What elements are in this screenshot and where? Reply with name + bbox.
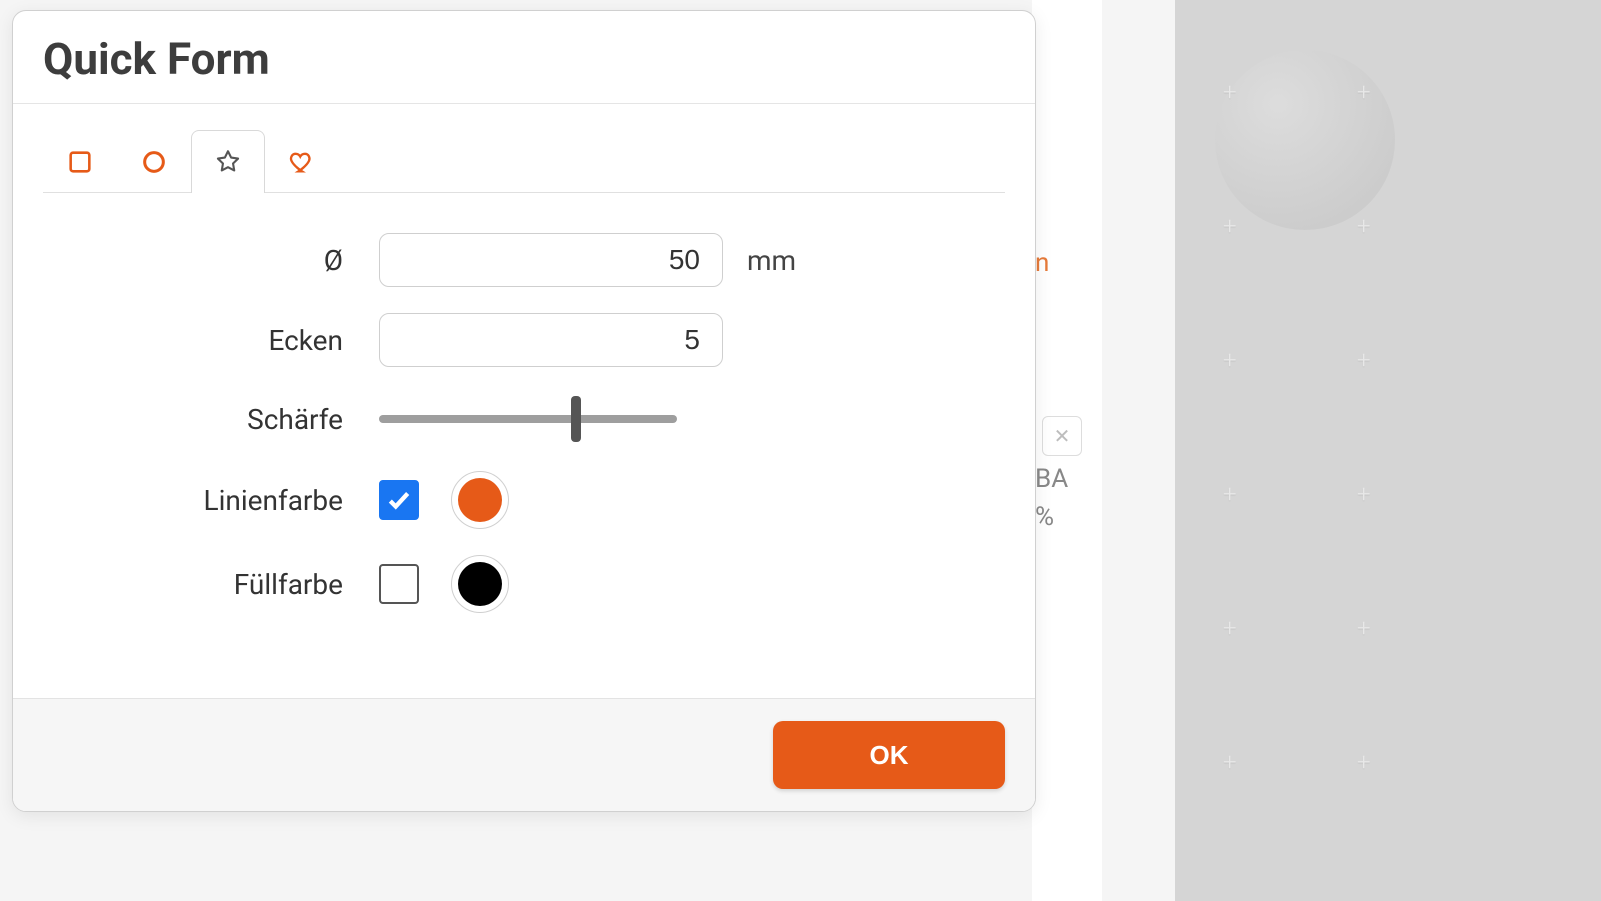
bg-text-fragment: n bbox=[1035, 248, 1049, 278]
modal-header: Quick Form bbox=[13, 11, 1035, 103]
bg-text-fragment: BA bbox=[1035, 464, 1068, 494]
tab-star[interactable] bbox=[191, 130, 265, 193]
tab-heart[interactable] bbox=[265, 130, 339, 193]
bg-plus-icon: + bbox=[1357, 212, 1371, 240]
tab-square[interactable] bbox=[43, 130, 117, 193]
bg-plus-icon: + bbox=[1357, 748, 1371, 776]
row-linecolor: Linienfarbe bbox=[43, 471, 1005, 529]
diameter-unit: mm bbox=[747, 244, 796, 277]
linecolor-swatch bbox=[458, 478, 502, 522]
label-corners: Ecken bbox=[43, 324, 379, 357]
fillcolor-swatch bbox=[458, 562, 502, 606]
background-right-panel: + + + + + + + + + + + + bbox=[1175, 0, 1601, 901]
ok-button[interactable]: OK bbox=[773, 721, 1005, 789]
label-sharpness: Schärfe bbox=[43, 403, 379, 436]
form-body: Ø mm Ecken Schärfe Linienfarbe bbox=[13, 193, 1035, 698]
circle-icon bbox=[140, 148, 168, 176]
slider-thumb[interactable] bbox=[571, 396, 581, 442]
bg-plus-icon: + bbox=[1223, 480, 1237, 508]
close-icon: ✕ bbox=[1054, 424, 1071, 448]
background-ring bbox=[1215, 50, 1395, 230]
bg-plus-icon: + bbox=[1223, 748, 1237, 776]
modal-footer: OK bbox=[13, 698, 1035, 811]
linecolor-checkbox[interactable] bbox=[379, 480, 419, 520]
tab-underline bbox=[43, 192, 1005, 193]
star-icon bbox=[214, 148, 242, 176]
slider-track bbox=[379, 415, 677, 423]
corners-input[interactable] bbox=[379, 313, 723, 367]
row-sharpness: Schärfe bbox=[43, 393, 1005, 445]
bg-plus-icon: + bbox=[1223, 78, 1237, 106]
fillcolor-swatch-button[interactable] bbox=[451, 555, 509, 613]
sharpness-slider[interactable] bbox=[379, 393, 677, 445]
bg-plus-icon: + bbox=[1357, 480, 1371, 508]
label-fillcolor: Füllfarbe bbox=[43, 568, 379, 601]
bg-plus-icon: + bbox=[1357, 78, 1371, 106]
bg-plus-icon: + bbox=[1223, 346, 1237, 374]
linecolor-swatch-button[interactable] bbox=[451, 471, 509, 529]
bg-plus-icon: + bbox=[1357, 346, 1371, 374]
tab-circle[interactable] bbox=[117, 130, 191, 193]
check-icon bbox=[386, 487, 412, 513]
fillcolor-checkbox[interactable] bbox=[379, 564, 419, 604]
row-diameter: Ø mm bbox=[43, 233, 1005, 287]
label-linecolor: Linienfarbe bbox=[43, 484, 379, 517]
close-button[interactable]: ✕ bbox=[1042, 416, 1082, 456]
bg-plus-icon: + bbox=[1357, 614, 1371, 642]
heart-icon bbox=[288, 148, 316, 176]
bg-text-fragment: % bbox=[1035, 502, 1054, 532]
quick-form-modal: Quick Form Ø mm Ecken bbox=[12, 10, 1036, 812]
square-icon bbox=[66, 148, 94, 176]
row-corners: Ecken bbox=[43, 313, 1005, 367]
label-diameter: Ø bbox=[43, 244, 379, 277]
modal-title: Quick Form bbox=[43, 33, 1005, 85]
bg-plus-icon: + bbox=[1223, 212, 1237, 240]
bg-plus-icon: + bbox=[1223, 614, 1237, 642]
row-fillcolor: Füllfarbe bbox=[43, 555, 1005, 613]
shape-tabs bbox=[13, 104, 1035, 193]
diameter-input[interactable] bbox=[379, 233, 723, 287]
